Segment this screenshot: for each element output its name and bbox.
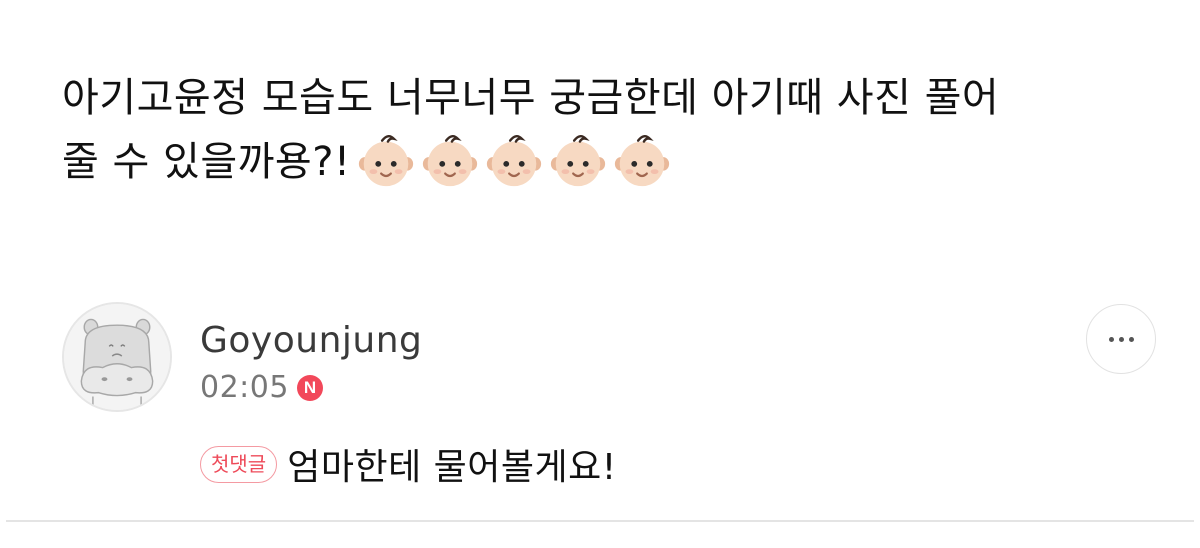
post-text-line-1: 아기고윤정 모습도 너무너무 궁금한데 아기때 사진 풀어 bbox=[62, 75, 1000, 121]
baby-emoji-row bbox=[355, 129, 673, 191]
comment-body: 첫댓글 엄마한테 물어볼게요! bbox=[200, 438, 617, 490]
comment-text: 엄마한테 물어볼게요! bbox=[287, 447, 617, 488]
post-text-line-2: 줄 수 있을까용?! bbox=[62, 130, 1162, 195]
baby-emoji bbox=[422, 135, 477, 187]
comment-time: 02:05 bbox=[200, 370, 289, 405]
baby-emoji bbox=[550, 135, 605, 187]
more-options-button[interactable] bbox=[1086, 304, 1156, 374]
new-badge: N bbox=[296, 374, 323, 401]
comment-item: Goyounjung 02:05 N 첫댓글 엄마한테 물어볼게요! bbox=[62, 302, 1162, 502]
hippo-avatar-icon bbox=[64, 304, 170, 410]
more-dots-icon bbox=[1108, 336, 1134, 342]
baby-emoji bbox=[614, 135, 669, 187]
baby-emoji bbox=[486, 135, 541, 187]
post-body: 아기고윤정 모습도 너무너무 궁금한데 아기때 사진 풀어 줄 수 있을까용?! bbox=[62, 66, 1162, 195]
avatar[interactable] bbox=[62, 302, 172, 412]
first-comment-badge: 첫댓글 bbox=[200, 445, 278, 483]
post-text-line-2-text: 줄 수 있을까용?! bbox=[62, 139, 351, 185]
baby-emoji bbox=[358, 135, 413, 187]
comment-author[interactable]: Goyounjung bbox=[200, 320, 422, 361]
comment-meta: 02:05 N bbox=[200, 370, 323, 405]
divider bbox=[6, 520, 1194, 522]
